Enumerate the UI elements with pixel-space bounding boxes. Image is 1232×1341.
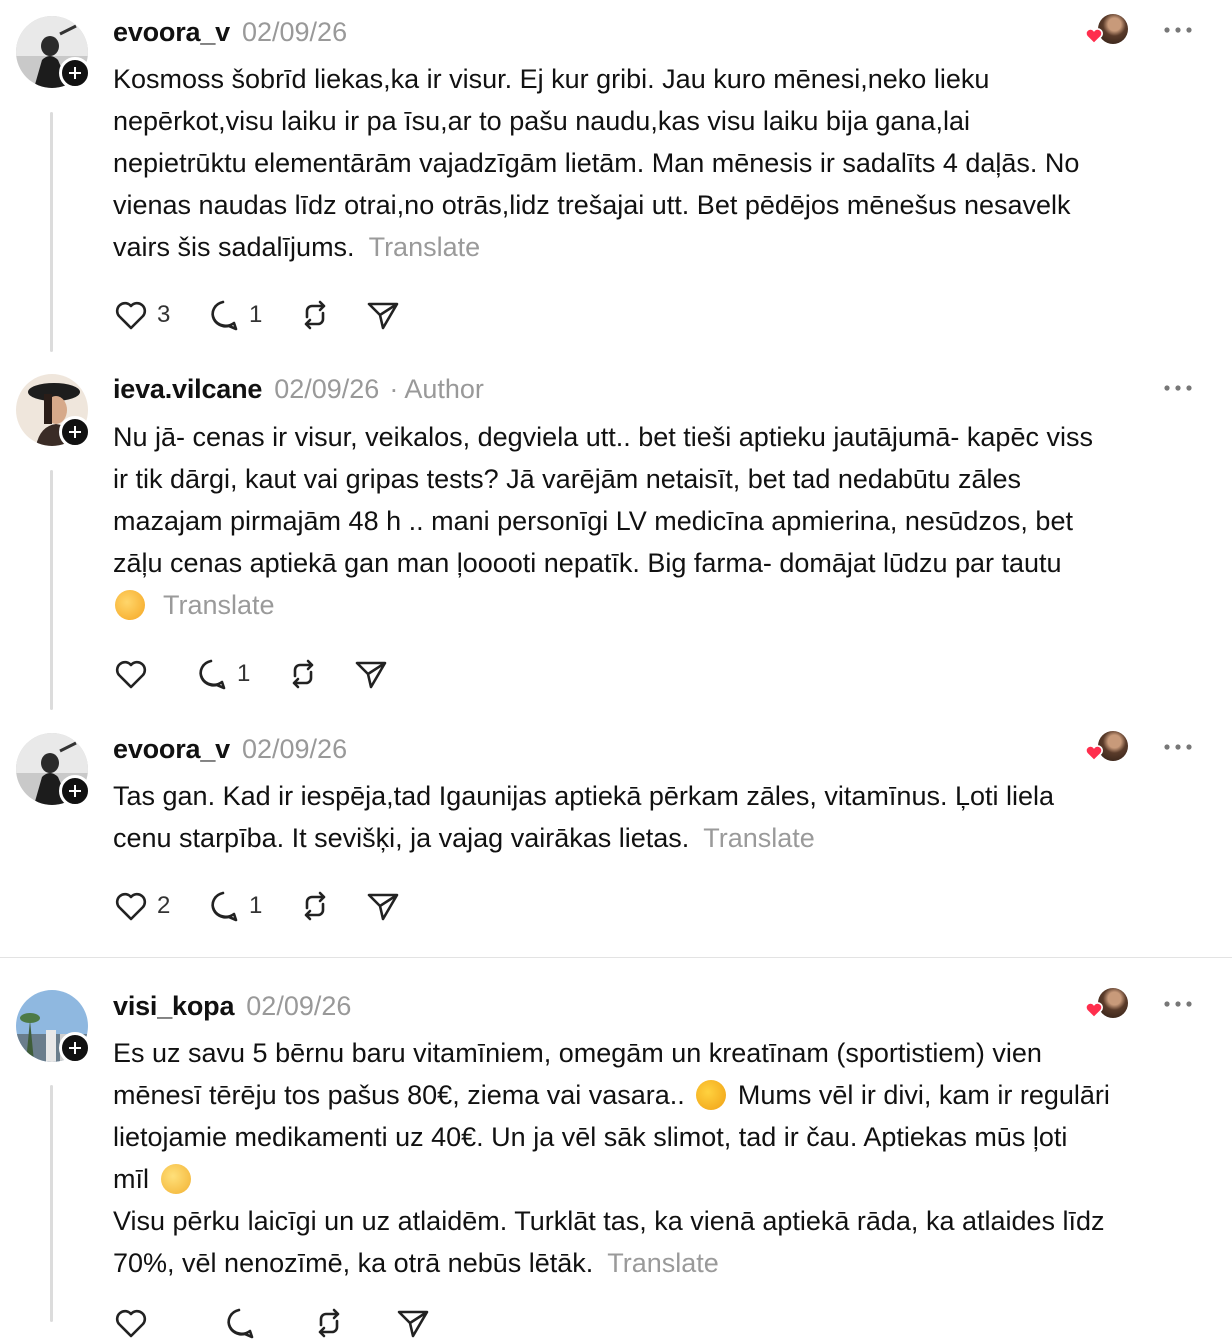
repost-button[interactable]: [297, 297, 333, 333]
speech-bubble-icon: [211, 300, 238, 331]
like-count: 3: [157, 301, 171, 328]
post-actions: 1: [113, 657, 421, 691]
reply-button[interactable]: [221, 1305, 257, 1341]
repost-button[interactable]: [311, 1305, 347, 1341]
repost-arrows-icon: [304, 891, 326, 921]
repost-arrows-icon: [318, 1308, 340, 1338]
post-text: Nu jā- cenas ir visur, veikalos, degviel…: [113, 422, 1093, 620]
more-dots-icon[interactable]: [1162, 382, 1194, 394]
paper-plane-icon: [367, 893, 399, 921]
repost-button[interactable]: [297, 888, 333, 924]
grimacing-face-emoji-icon: [696, 1080, 727, 1110]
heart-outline-icon: [115, 1309, 147, 1338]
speech-bubble-icon: [227, 1308, 254, 1339]
like-button[interactable]: 2: [113, 888, 173, 924]
repost-arrows-icon: [304, 300, 326, 330]
liked-by-author-icon: [1084, 14, 1130, 48]
username[interactable]: evoora_v: [113, 17, 230, 48]
reply-count: 1: [249, 301, 263, 328]
translate-link[interactable]: Translate: [369, 232, 481, 262]
follow-plus-button[interactable]: [59, 416, 91, 448]
paper-plane-icon: [397, 1310, 429, 1338]
translate-link[interactable]: Translate: [703, 823, 815, 853]
share-button[interactable]: [353, 656, 389, 692]
nauseated-face-emoji-icon: [160, 1164, 191, 1194]
reply-button[interactable]: 1: [205, 888, 265, 924]
flushed-face-emoji-icon: [115, 590, 145, 620]
post-actions: 2 1: [113, 889, 433, 923]
translate-link[interactable]: Translate: [607, 1248, 719, 1278]
like-button[interactable]: [113, 656, 149, 692]
share-button[interactable]: [395, 1305, 431, 1341]
username[interactable]: evoora_v: [113, 734, 230, 765]
share-button[interactable]: [365, 888, 401, 924]
thread-line: [50, 1085, 53, 1322]
post-text: Es uz savu 5 bērnu baru vitamīniem, omeg…: [113, 1038, 1110, 1278]
follow-plus-button[interactable]: [59, 1032, 91, 1064]
more-dots-icon[interactable]: [1162, 741, 1194, 753]
author-tag: · Author: [389, 373, 484, 404]
post-actions: [113, 1306, 463, 1340]
post-date: 02/09/26: [246, 990, 352, 1021]
reply-button[interactable]: 1: [205, 297, 265, 333]
translate-link[interactable]: Translate: [163, 590, 275, 620]
heart-outline-icon: [115, 660, 147, 689]
thread-divider: [0, 957, 1232, 958]
like-button[interactable]: [113, 1305, 149, 1341]
liked-by-author-icon: [1084, 731, 1130, 765]
reply-count: 1: [249, 892, 263, 919]
username[interactable]: visi_kopa: [113, 991, 234, 1022]
post-header: evoora_v 02/09/26: [113, 733, 347, 765]
post-text: Kosmoss šobrīd liekas,ka ir visur. Ej ku…: [113, 64, 1080, 262]
liked-by-author-icon: [1084, 988, 1130, 1022]
post-actions: 3 1: [113, 298, 433, 332]
more-dots-icon[interactable]: [1162, 24, 1194, 36]
post-date: 02/09/26: [274, 373, 380, 404]
heart-outline-icon: [115, 301, 147, 330]
repost-button[interactable]: [285, 656, 321, 692]
repost-arrows-icon: [292, 659, 314, 689]
follow-plus-button[interactable]: [59, 775, 91, 807]
speech-bubble-icon: [199, 659, 226, 690]
post-text: Tas gan. Kad ir iespēja,tad Igaunijas ap…: [113, 781, 1055, 853]
reply-button[interactable]: 1: [193, 656, 253, 692]
paper-plane-icon: [355, 661, 387, 689]
more-dots-icon[interactable]: [1162, 998, 1194, 1010]
like-count: 2: [157, 892, 171, 919]
post-date: 02/09/26: [241, 16, 348, 47]
speech-bubble-icon: [211, 891, 238, 922]
post-header: ieva.vilcane 02/09/26 · Author: [113, 373, 484, 405]
thread-line: [50, 470, 53, 710]
paper-plane-icon: [367, 302, 399, 330]
thread-line: [50, 112, 53, 352]
post-header: evoora_v 02/09/26: [113, 16, 347, 48]
share-button[interactable]: [365, 297, 401, 333]
follow-plus-button[interactable]: [59, 57, 91, 89]
post-header: visi_kopa 02/09/26: [113, 990, 351, 1022]
heart-outline-icon: [115, 892, 147, 921]
reply-count: 1: [237, 660, 251, 687]
like-button[interactable]: 3: [113, 297, 173, 333]
username[interactable]: ieva.vilcane: [113, 374, 262, 405]
post-date: 02/09/26: [241, 733, 348, 764]
